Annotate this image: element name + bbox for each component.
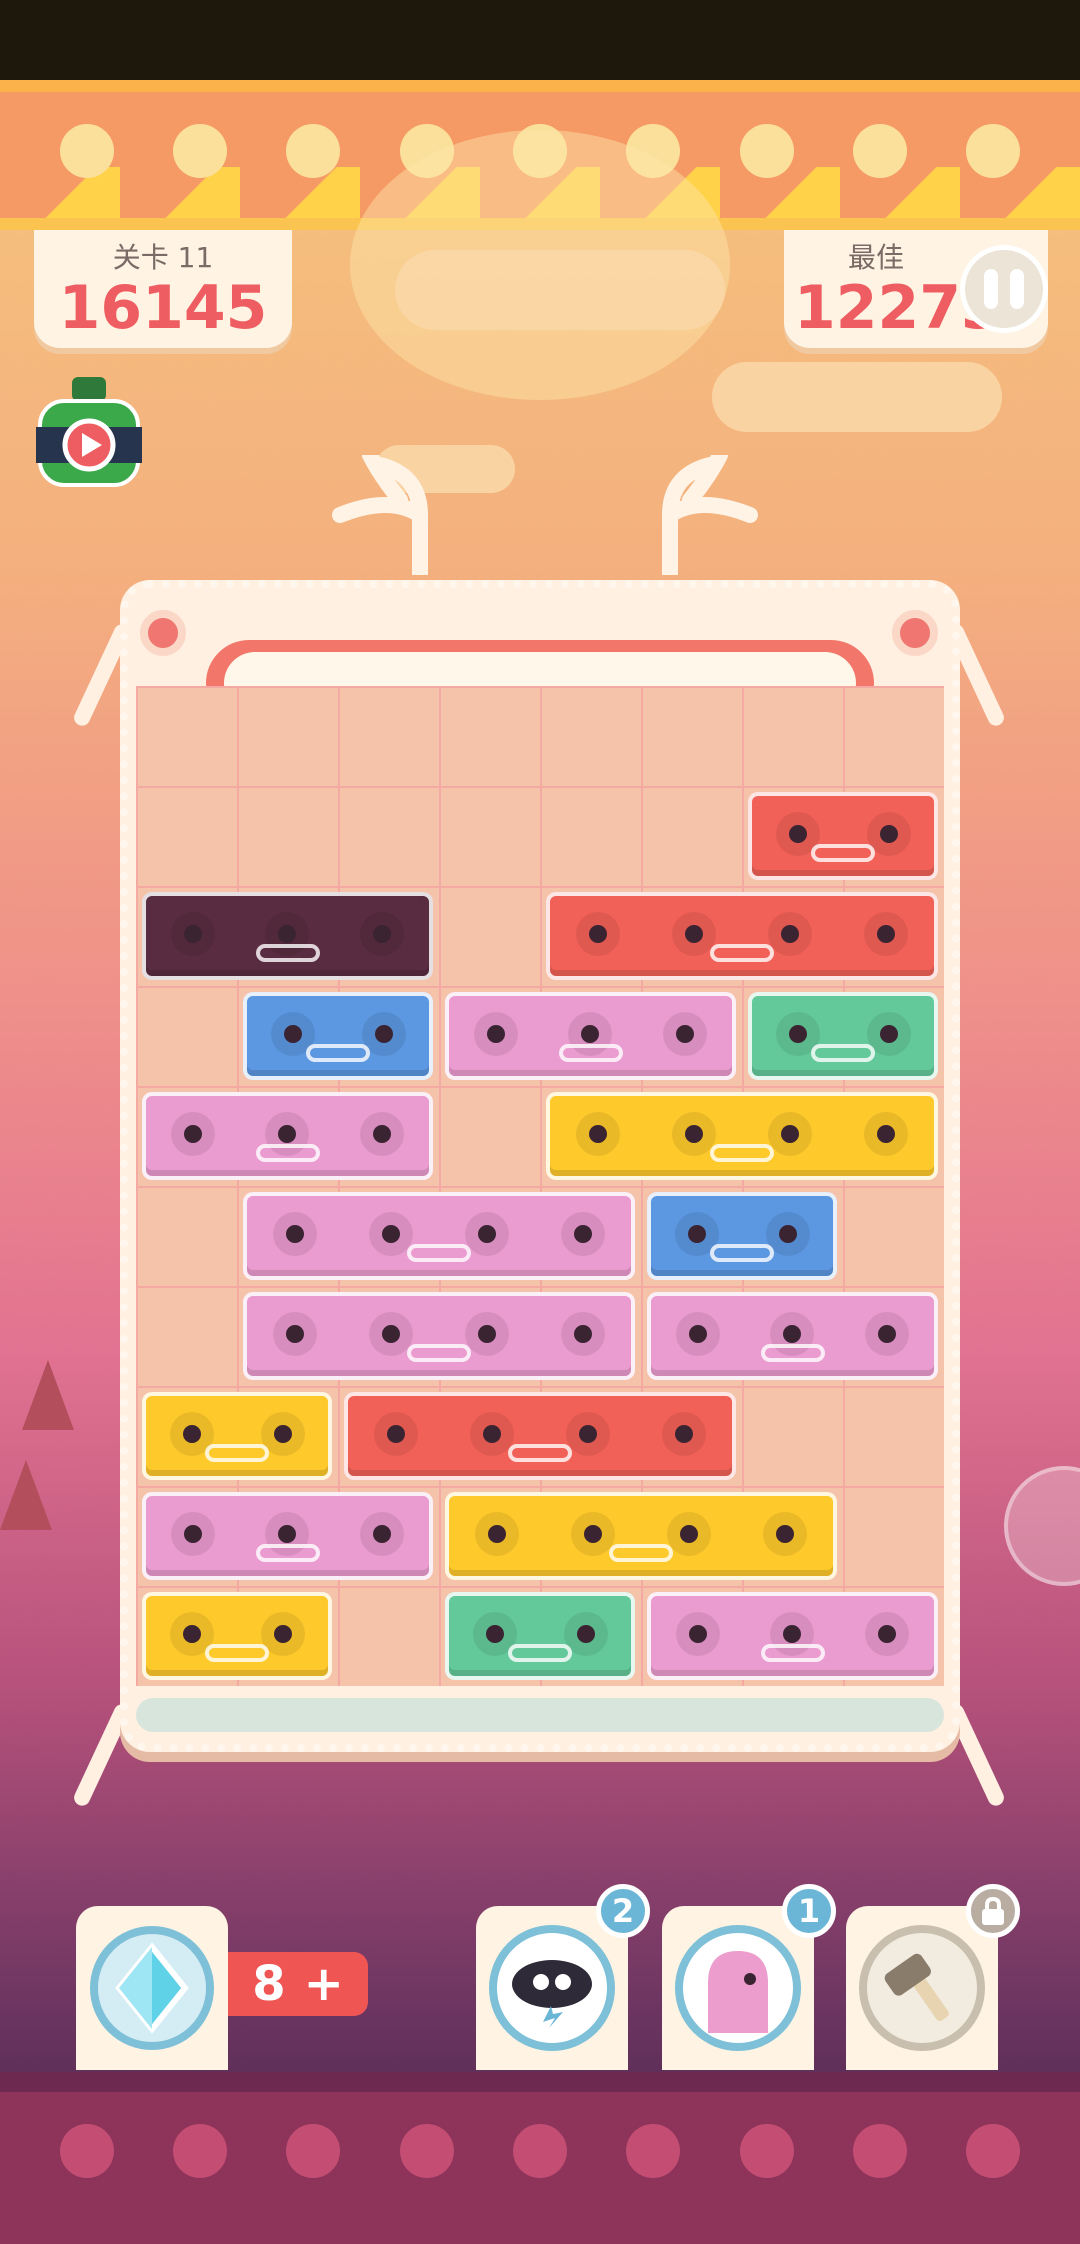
block-mouth-icon — [205, 1444, 269, 1462]
block-eye-icon — [171, 912, 216, 956]
status-bar — [0, 0, 1080, 80]
cloud-decor — [712, 362, 1002, 432]
ghost-count-badge: 1 — [782, 1884, 836, 1938]
block-mouth-icon — [710, 944, 774, 962]
gem-count: 8 — [252, 1956, 286, 2012]
block-mouth-icon — [508, 1444, 572, 1462]
gem-powerup-button[interactable] — [76, 1906, 228, 2070]
block-eye-icon — [359, 1112, 404, 1156]
tree-decor — [22, 1360, 74, 1430]
block-eye-icon — [676, 1312, 721, 1356]
block-eye-icon — [667, 1512, 711, 1556]
pause-button[interactable] — [960, 245, 1048, 333]
block-eye-icon — [171, 1512, 216, 1556]
block-mouth-icon — [811, 844, 875, 862]
block-eye-icon — [359, 1512, 404, 1556]
block-eye-icon — [475, 1512, 519, 1556]
block-pink[interactable] — [243, 1292, 635, 1380]
cloud-decor — [395, 250, 725, 330]
block-mouth-icon — [407, 1244, 471, 1262]
block-eye-icon — [763, 1512, 807, 1556]
level-label: 关卡 11 — [112, 241, 214, 274]
block-eye-icon — [576, 912, 620, 956]
game-grid[interactable] — [136, 686, 944, 1686]
block-mouth-icon — [508, 1644, 572, 1662]
lock-icon — [966, 1884, 1020, 1938]
block-green[interactable] — [445, 1592, 635, 1680]
block-mouth-icon — [255, 1144, 320, 1162]
block-red[interactable] — [546, 892, 938, 980]
storm-cloud-icon — [512, 1960, 592, 2028]
block-eye-icon — [359, 912, 404, 956]
block-mouth-icon — [558, 1044, 623, 1062]
block-blue[interactable] — [243, 992, 433, 1080]
block-eye-icon — [864, 1112, 908, 1156]
plus-icon: + — [303, 1956, 344, 2012]
block-mouth-icon — [760, 1644, 825, 1662]
block-mouth-icon — [710, 1144, 774, 1162]
block-eye-icon — [662, 1412, 706, 1456]
block-mouth-icon — [205, 1644, 269, 1662]
block-eye-icon — [662, 1012, 707, 1056]
block-mouth-icon — [710, 1244, 774, 1262]
block-eye-icon — [465, 1312, 509, 1356]
hammer-icon — [884, 1953, 949, 2021]
block-mouth-icon — [609, 1544, 673, 1562]
block-eye-icon — [864, 912, 908, 956]
left-antler — [332, 455, 428, 575]
block-pink[interactable] — [647, 1592, 938, 1680]
block-mouth-icon — [255, 944, 320, 962]
block-pink[interactable] — [445, 992, 736, 1080]
board-bottom-rail — [136, 1698, 944, 1732]
score-card: 关卡 11 16145 — [34, 230, 292, 348]
block-mouth-icon — [811, 1044, 875, 1062]
block-eye-icon — [465, 1212, 509, 1256]
block-eye-icon — [374, 1412, 418, 1456]
block-eye-icon — [566, 1412, 610, 1456]
block-mouth-icon — [306, 1044, 370, 1062]
block-yellow[interactable] — [445, 1492, 837, 1580]
side-bubble[interactable] — [1004, 1466, 1080, 1586]
board-eye-left — [140, 610, 186, 656]
block-yellow[interactable] — [142, 1392, 332, 1480]
block-red[interactable] — [344, 1392, 736, 1480]
block-eye-icon — [171, 1112, 216, 1156]
block-dark[interactable] — [142, 892, 433, 980]
block-eye-icon — [561, 1212, 605, 1256]
gem-count-buy-button[interactable]: 8 + — [228, 1952, 368, 2016]
block-eye-icon — [273, 1212, 317, 1256]
block-eye-icon — [474, 1012, 519, 1056]
block-yellow[interactable] — [546, 1092, 938, 1180]
block-pink[interactable] — [243, 1192, 635, 1280]
potion-video-icon — [36, 377, 142, 487]
block-yellow[interactable] — [142, 1592, 332, 1680]
potion-video-button[interactable] — [30, 375, 148, 495]
board-eye-right — [892, 610, 938, 656]
block-pink[interactable] — [142, 1092, 433, 1180]
block-pink[interactable] — [647, 1292, 938, 1380]
block-eye-icon — [768, 1112, 812, 1156]
block-eye-icon — [864, 1312, 909, 1356]
block-blue[interactable] — [647, 1192, 837, 1280]
block-eye-icon — [273, 1312, 317, 1356]
block-eye-icon — [768, 912, 812, 956]
storm-count-badge: 2 — [596, 1884, 650, 1938]
block-green[interactable] — [748, 992, 938, 1080]
block-pink[interactable] — [142, 1492, 433, 1580]
block-eye-icon — [676, 1612, 721, 1656]
bottom-decor-dots — [0, 2124, 1080, 2184]
diamond-icon — [90, 1926, 214, 2050]
current-score: 16145 — [58, 273, 268, 343]
block-eye-icon — [576, 1112, 620, 1156]
right-antler — [662, 455, 758, 575]
block-eye-icon — [864, 1612, 909, 1656]
block-mouth-icon — [407, 1344, 471, 1362]
pause-icon — [984, 269, 998, 309]
ghost-icon — [708, 1951, 768, 2033]
block-mouth-icon — [255, 1544, 320, 1562]
block-red[interactable] — [748, 792, 938, 880]
block-mouth-icon — [760, 1344, 825, 1362]
block-eye-icon — [561, 1312, 605, 1356]
tree-decor — [0, 1460, 52, 1530]
